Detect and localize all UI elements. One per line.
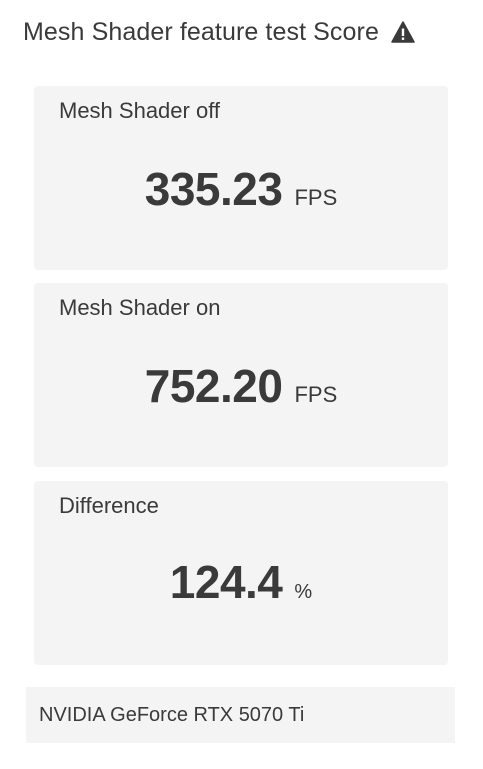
result-value: 124.4 xyxy=(169,556,283,608)
warning-icon[interactable] xyxy=(391,21,415,43)
page-title: Mesh Shader feature test Score xyxy=(23,17,379,46)
device-info: NVIDIA GeForce RTX 5070 Ti xyxy=(26,687,455,743)
result-value: 335.23 xyxy=(144,163,283,215)
result-label: Mesh Shader on xyxy=(59,295,221,320)
result-unit: FPS xyxy=(294,185,338,210)
result-value-row: 335.23 FPS xyxy=(34,162,448,216)
device-name: NVIDIA GeForce RTX 5070 Ti xyxy=(39,703,305,726)
result-unit: FPS xyxy=(294,382,338,407)
result-value-row: 752.20 FPS xyxy=(34,359,448,413)
result-unit: % xyxy=(294,581,313,603)
result-card-difference: Difference 124.4 % xyxy=(34,481,448,665)
result-value-row: 124.4 % xyxy=(34,555,448,609)
result-card-mesh-shader-on: Mesh Shader on 752.20 FPS xyxy=(34,283,448,467)
result-label: Mesh Shader off xyxy=(59,98,221,123)
result-card-mesh-shader-off: Mesh Shader off 335.23 FPS xyxy=(34,86,448,270)
result-value: 752.20 xyxy=(144,360,283,412)
score-header: Mesh Shader feature test Score xyxy=(23,12,463,52)
result-label: Difference xyxy=(59,493,159,518)
